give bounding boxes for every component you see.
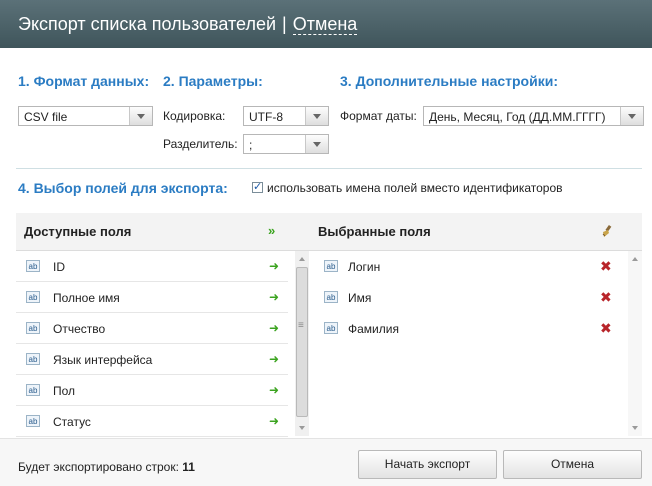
rows-count-value: 11 — [182, 460, 195, 474]
text-field-icon: ab — [26, 322, 40, 334]
list-item[interactable]: ab Фамилия ✖ — [314, 313, 626, 344]
list-item[interactable]: ab Статус ➜ — [16, 406, 288, 437]
delimiter-label: Разделитель: — [163, 137, 238, 151]
available-fields-list: ab ID ➜ ab Полное имя ➜ ab Отчество ➜ ab… — [16, 251, 288, 437]
scroll-down-icon[interactable] — [299, 426, 305, 430]
list-item[interactable]: ab Пол ➜ — [16, 375, 288, 406]
delimiter-select[interactable]: ; — [243, 134, 329, 154]
arrow-right-icon[interactable]: ➜ — [269, 290, 279, 304]
delete-x-icon[interactable]: ✖ — [600, 320, 612, 337]
field-label: Логин — [348, 260, 381, 274]
chevron-down-icon[interactable] — [129, 107, 152, 125]
format-select[interactable]: CSV file — [18, 106, 153, 126]
title-separator: | — [282, 14, 287, 34]
arrow-right-icon[interactable]: ➜ — [269, 414, 279, 428]
available-fields-header: Доступные поля » — [16, 213, 310, 251]
text-field-icon: ab — [324, 260, 338, 272]
text-field-icon: ab — [26, 260, 40, 272]
delimiter-select-value: ; — [249, 138, 253, 152]
selected-fields-header: Выбранные поля — [310, 213, 642, 251]
text-field-icon: ab — [26, 291, 40, 303]
scroll-thumb[interactable] — [296, 267, 308, 417]
text-field-icon: ab — [26, 384, 40, 396]
section-params-title: 2. Параметры: — [163, 73, 263, 89]
delete-x-icon[interactable]: ✖ — [600, 289, 612, 306]
section-fields-title: 4. Выбор полей для экспорта: — [18, 180, 228, 196]
list-item[interactable]: ab Имя ✖ — [314, 282, 626, 313]
arrow-right-icon[interactable]: ➜ — [269, 383, 279, 397]
chevron-down-icon[interactable] — [620, 107, 643, 125]
scroll-up-icon[interactable] — [299, 257, 305, 261]
cancel-link[interactable]: Отмена — [292, 14, 358, 35]
field-label: Язык интерфейса — [53, 353, 153, 367]
encoding-select-value: UTF-8 — [249, 110, 283, 124]
title-text: Экспорт списка пользователей — [18, 14, 277, 34]
encoding-label: Кодировка: — [163, 109, 226, 123]
encoding-select[interactable]: UTF-8 — [243, 106, 329, 126]
list-item[interactable]: ab Логин ✖ — [314, 251, 626, 282]
double-arrow-icon[interactable]: » — [268, 223, 275, 238]
text-field-icon: ab — [26, 353, 40, 365]
chevron-down-icon[interactable] — [305, 135, 328, 153]
date-format-label: Формат даты: — [340, 109, 417, 123]
footer: Будет экспортировано строк: 11 Начать эк… — [0, 438, 652, 486]
divider — [16, 168, 642, 169]
list-item[interactable]: ab ID ➜ — [16, 251, 288, 282]
text-field-icon: ab — [324, 291, 338, 303]
cancel-button[interactable]: Отмена — [503, 450, 642, 479]
text-field-icon: ab — [26, 415, 40, 427]
list-item[interactable]: ab Язык интерфейса ➜ — [16, 344, 288, 375]
text-field-icon: ab — [324, 322, 338, 334]
field-label: Статус — [53, 415, 91, 429]
selected-scrollbar[interactable] — [628, 251, 642, 436]
rows-count-label: Будет экспортировано строк: — [18, 460, 179, 474]
selected-fields-title: Выбранные поля — [318, 224, 431, 239]
arrow-right-icon[interactable]: ➜ — [269, 352, 279, 366]
arrow-right-icon[interactable]: ➜ — [269, 259, 279, 273]
list-item[interactable]: ab Отчество ➜ — [16, 313, 288, 344]
field-label: ID — [53, 260, 65, 274]
field-label: Пол — [53, 384, 76, 398]
field-label: Полное имя — [53, 291, 120, 305]
use-names-checkbox[interactable] — [252, 180, 263, 193]
chevron-down-icon[interactable] — [305, 107, 328, 125]
selected-fields-list: ab Логин ✖ ab Имя ✖ ab Фамилия ✖ — [314, 251, 626, 436]
list-item[interactable]: ab Полное имя ➜ — [16, 282, 288, 313]
scroll-up-icon[interactable] — [632, 257, 638, 261]
section-extra-title: 3. Дополнительные настройки: — [340, 73, 558, 89]
section-format-title: 1. Формат данных: — [18, 73, 150, 89]
use-names-label[interactable]: использовать имена полей вместо идентифи… — [267, 181, 563, 195]
brush-icon[interactable] — [600, 224, 614, 238]
window-title: Экспорт списка пользователей | Отмена — [18, 14, 358, 35]
rows-count-text: Будет экспортировано строк: 11 — [18, 460, 195, 474]
available-scrollbar[interactable] — [295, 251, 309, 436]
field-label: Имя — [348, 291, 372, 305]
field-label: Фамилия — [348, 322, 399, 336]
arrow-right-icon[interactable]: ➜ — [269, 321, 279, 335]
start-export-button[interactable]: Начать экспорт — [358, 450, 497, 479]
delete-x-icon[interactable]: ✖ — [600, 258, 612, 275]
date-format-select[interactable]: День, Месяц, Год (ДД.ММ.ГГГГ) — [423, 106, 644, 126]
title-bar: Экспорт списка пользователей | Отмена — [0, 0, 652, 48]
date-format-select-value: День, Месяц, Год (ДД.ММ.ГГГГ) — [429, 110, 606, 124]
field-label: Отчество — [53, 322, 106, 336]
available-fields-title: Доступные поля — [24, 224, 132, 239]
format-select-value: CSV file — [24, 110, 68, 124]
scroll-down-icon[interactable] — [632, 426, 638, 430]
